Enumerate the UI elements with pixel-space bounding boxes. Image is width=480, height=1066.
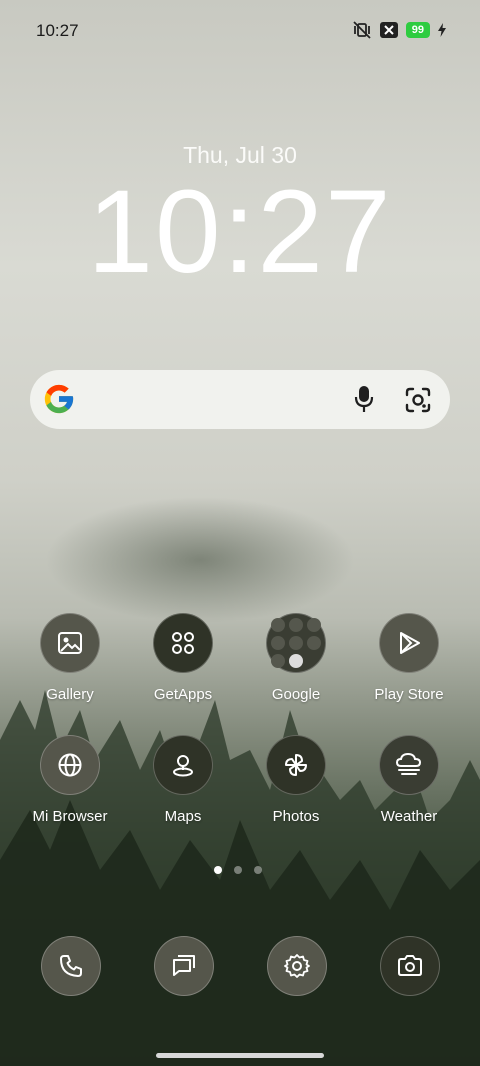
microphone-icon[interactable] bbox=[354, 385, 374, 413]
status-bar: 10:27 99 bbox=[0, 0, 480, 60]
folder-app-icon bbox=[289, 654, 303, 668]
status-icons: 99 bbox=[352, 21, 446, 39]
status-time: 10:27 bbox=[36, 21, 79, 40]
google-g-icon bbox=[44, 384, 74, 414]
settings-icon bbox=[267, 936, 327, 996]
page-dot-active bbox=[214, 866, 222, 874]
app-label: GetApps bbox=[153, 686, 213, 703]
phone-icon bbox=[41, 936, 101, 996]
app-weather[interactable]: Weather bbox=[359, 735, 459, 825]
page-dot bbox=[234, 866, 242, 874]
battery-indicator: 99 bbox=[405, 22, 430, 38]
folder-app-icon bbox=[307, 618, 321, 632]
google-lens-icon[interactable] bbox=[404, 386, 432, 414]
getapps-icon bbox=[153, 613, 213, 673]
app-label: Weather bbox=[380, 808, 438, 825]
maps-icon bbox=[153, 735, 213, 795]
app-label: Mi Browser bbox=[32, 808, 108, 825]
app-gallery[interactable]: Gallery bbox=[20, 613, 120, 703]
app-folder-google[interactable]: Google bbox=[246, 613, 346, 703]
folder-app-icon bbox=[271, 636, 285, 650]
app-play-store[interactable]: Play Store bbox=[359, 613, 459, 703]
app-label: Maps bbox=[164, 808, 202, 825]
navigation-handle[interactable] bbox=[156, 1053, 324, 1058]
folder-app-icon bbox=[289, 636, 303, 650]
camera-icon bbox=[380, 936, 440, 996]
app-mi-browser[interactable]: Mi Browser bbox=[20, 735, 120, 825]
messages-icon bbox=[154, 936, 214, 996]
app-label: Play Store bbox=[374, 686, 444, 703]
folder-app-icon bbox=[271, 618, 285, 632]
dock-messages[interactable] bbox=[154, 936, 214, 996]
play-store-icon bbox=[379, 613, 439, 673]
gallery-icon bbox=[40, 613, 100, 673]
app-maps[interactable]: Maps bbox=[133, 735, 233, 825]
weather-icon bbox=[379, 735, 439, 795]
app-getapps[interactable]: GetApps bbox=[133, 613, 233, 703]
app-photos[interactable]: Photos bbox=[246, 735, 346, 825]
folder-app-icon bbox=[307, 654, 321, 668]
google-search-bar[interactable] bbox=[30, 370, 450, 429]
folder-app-icon bbox=[271, 654, 285, 668]
dock-settings[interactable] bbox=[267, 936, 327, 996]
app-label: Gallery bbox=[46, 686, 94, 703]
dock-phone[interactable] bbox=[41, 936, 101, 996]
folder-app-icon bbox=[307, 636, 321, 650]
page-indicator bbox=[214, 866, 262, 874]
app-label: Google bbox=[271, 686, 321, 703]
vibrate-off-icon bbox=[353, 21, 371, 39]
globe-icon bbox=[40, 735, 100, 795]
pinwheel-icon bbox=[266, 735, 326, 795]
charging-icon bbox=[438, 23, 446, 37]
lockscreen-clock: 10:27 bbox=[87, 166, 393, 298]
app-label: Photos bbox=[272, 808, 320, 825]
dock-camera[interactable] bbox=[380, 936, 440, 996]
page-dot bbox=[254, 866, 262, 874]
google-folder-icon bbox=[266, 613, 326, 673]
folder-app-icon bbox=[289, 618, 303, 632]
data-off-icon bbox=[379, 22, 398, 38]
